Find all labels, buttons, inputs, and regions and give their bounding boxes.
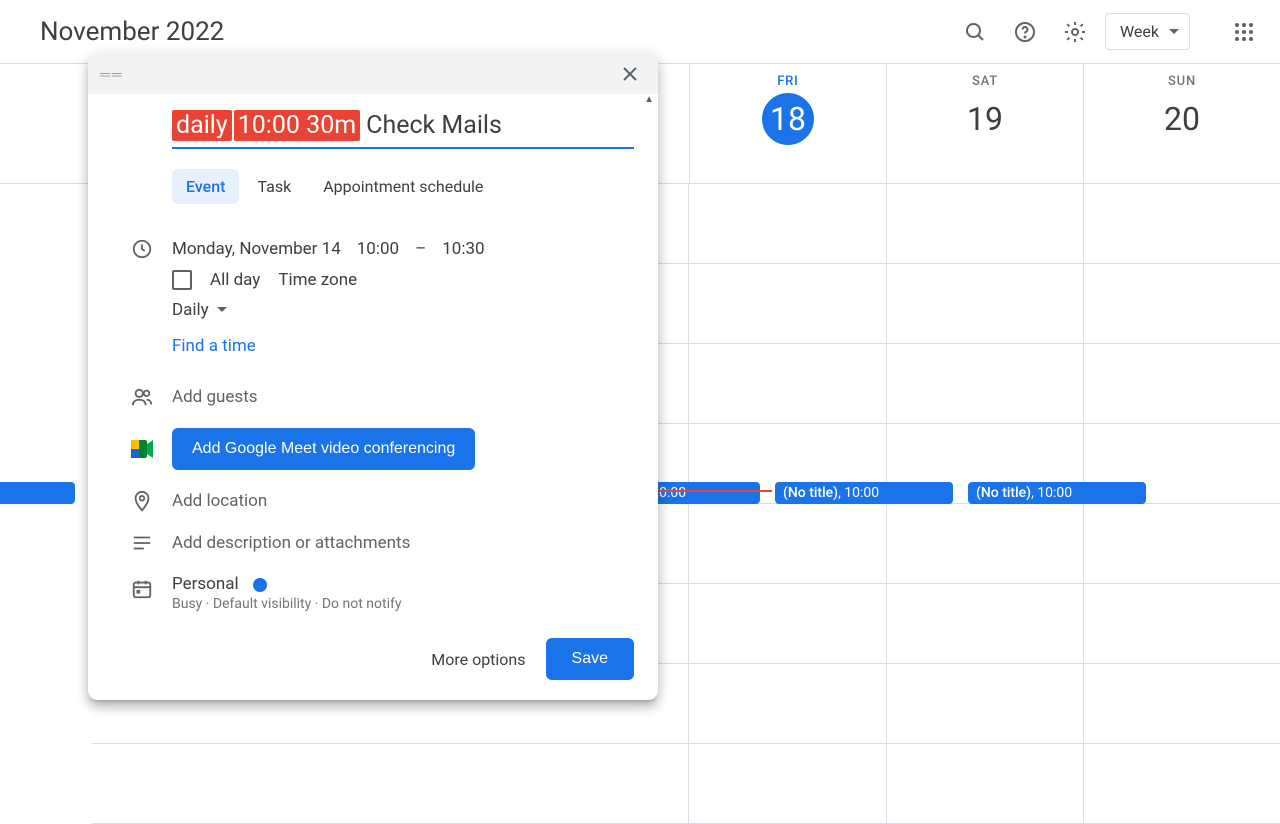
time-gutter: [0, 64, 92, 183]
drag-handle-icon[interactable]: ══: [100, 66, 124, 83]
add-location-label: Add location: [172, 491, 634, 511]
calendar-visibility: Busy · Default visibility · Do not notif…: [172, 596, 634, 612]
description-row[interactable]: Add description or attachments: [112, 522, 634, 564]
grid-col-fri[interactable]: [688, 184, 885, 824]
modal-body: ▲ daily 10:00 30m Check Mails Event Task…: [88, 94, 658, 622]
event-title-input[interactable]: daily 10:00 30m Check Mails: [172, 110, 634, 149]
more-options-button[interactable]: More options: [431, 650, 525, 669]
event-title-row: daily 10:00 30m Check Mails: [112, 110, 634, 149]
day-num: 20: [1156, 93, 1208, 145]
day-num: 19: [959, 93, 1011, 145]
tab-appointment[interactable]: Appointment schedule: [309, 169, 497, 204]
description-icon: [112, 532, 172, 554]
allday-row: All day Time zone: [112, 270, 634, 290]
close-icon: [620, 64, 640, 84]
title-text: Check Mails: [362, 111, 502, 140]
modal-footer: More options Save: [88, 622, 658, 700]
time-row[interactable]: Monday, November 14 10:00 – 10:30: [112, 228, 634, 270]
add-description-label: Add description or attachments: [172, 533, 634, 553]
chevron-down-icon: [1169, 29, 1179, 35]
save-button[interactable]: Save: [546, 638, 634, 680]
guests-row[interactable]: Add guests: [112, 376, 634, 418]
modal-titlebar[interactable]: ══: [88, 54, 658, 94]
title-chip-daily: daily: [172, 110, 232, 141]
apps-icon[interactable]: [1224, 12, 1264, 52]
allday-checkbox[interactable]: [172, 270, 192, 290]
event-end-time[interactable]: 10:30: [442, 239, 484, 259]
help-icon[interactable]: [1005, 12, 1045, 52]
calendar-icon: [112, 574, 172, 600]
recurrence-select[interactable]: Daily: [112, 300, 634, 320]
timezone-link[interactable]: Time zone: [278, 270, 357, 290]
search-icon[interactable]: [955, 12, 995, 52]
event-create-modal: ══ ▲ daily 10:00 30m Check Mails Event T…: [88, 54, 658, 700]
grid-col-sun[interactable]: [1083, 184, 1280, 824]
add-meet-button[interactable]: Add Google Meet video conferencing: [172, 428, 475, 470]
calendar-name: Personal: [172, 574, 239, 594]
event-date[interactable]: Monday, November 14: [172, 239, 341, 259]
clock-icon: [112, 238, 172, 260]
calendar-row[interactable]: Personal Busy · Default visibility · Do …: [112, 564, 634, 622]
day-label: FRI: [777, 74, 798, 89]
tab-event[interactable]: Event: [172, 169, 239, 204]
day-label: SAT: [972, 74, 998, 89]
day-num: 18: [762, 93, 814, 145]
event-start-time[interactable]: 10:00: [357, 239, 399, 259]
day-header-sun[interactable]: SUN 20: [1083, 64, 1280, 183]
allday-label: All day: [210, 270, 260, 290]
add-guests-label: Add guests: [172, 387, 634, 407]
chevron-down-icon: [217, 307, 227, 313]
month-title: November 2022: [40, 17, 955, 47]
day-header-fri[interactable]: FRI 18: [689, 64, 886, 183]
settings-icon[interactable]: [1055, 12, 1095, 52]
location-icon: [112, 490, 172, 512]
title-chip-time: 10:00 30m: [234, 110, 360, 141]
people-icon: [112, 386, 172, 408]
day-header-sat[interactable]: SAT 19: [886, 64, 1083, 183]
day-label: SUN: [1168, 74, 1196, 89]
close-button[interactable]: [614, 58, 646, 90]
location-row[interactable]: Add location: [112, 480, 634, 522]
find-time-link[interactable]: Find a time: [172, 336, 256, 356]
calendar-color-dot: [253, 578, 267, 592]
meet-icon: [112, 440, 172, 458]
event-type-tabs: Event Task Appointment schedule: [112, 169, 634, 204]
grid-col-sat[interactable]: [886, 184, 1083, 824]
tab-task[interactable]: Task: [243, 169, 305, 204]
find-time-row: Find a time: [112, 336, 634, 356]
event-chip-sat[interactable]: (No title), 10:00: [775, 482, 953, 504]
event-chip[interactable]: 0: [0, 482, 75, 504]
meet-row: Add Google Meet video conferencing: [112, 418, 634, 480]
header-actions: Week: [955, 12, 1264, 52]
event-chip-sun[interactable]: (No title), 10:00: [968, 482, 1146, 504]
view-selector[interactable]: Week: [1105, 13, 1190, 50]
view-label: Week: [1120, 22, 1159, 41]
scroll-up-icon[interactable]: ▲: [644, 94, 654, 105]
time-gutter: [0, 184, 92, 824]
